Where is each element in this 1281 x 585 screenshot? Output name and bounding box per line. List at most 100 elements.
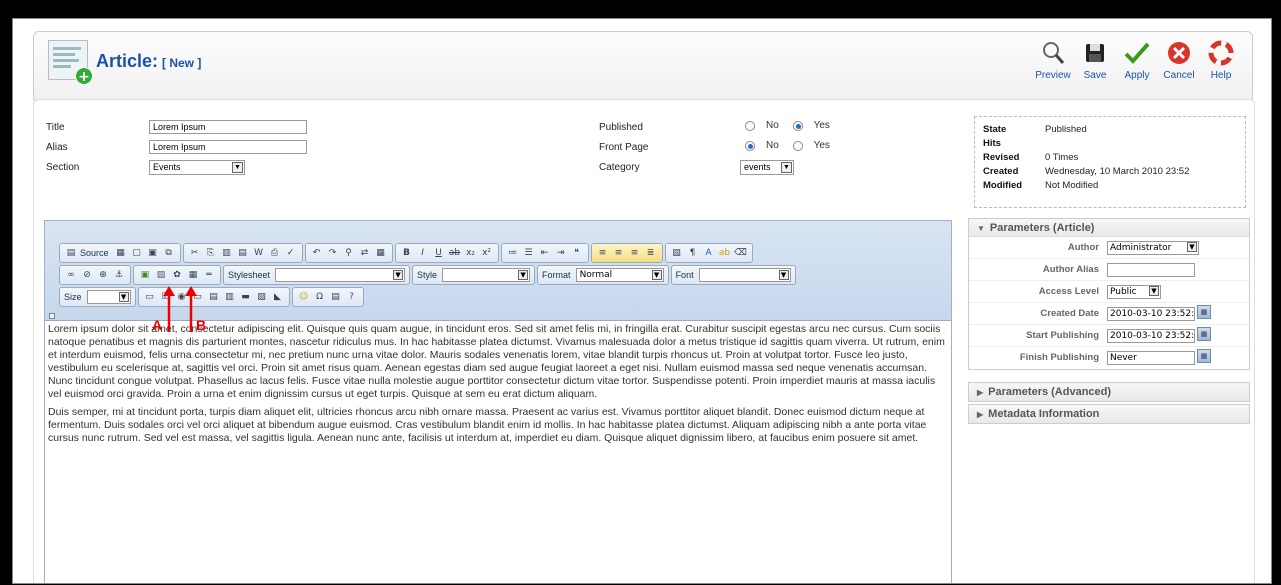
align-left-icon[interactable]: ≡ [596,246,610,260]
select-all-icon[interactable]: ▦ [374,246,388,260]
frontpage-yes-radio[interactable] [792,140,803,151]
bg-color-icon[interactable]: ab [718,246,732,260]
link-icon[interactable]: ∞ [64,268,78,282]
calendar-icon[interactable]: ▦ [1197,327,1211,341]
section-label: Section [46,162,80,173]
help-button[interactable]: Help [1202,38,1240,81]
category-select[interactable]: events ▼ [740,160,794,175]
bullet-list-icon[interactable]: ☰ [522,246,536,260]
state-info-box: State Published Hits Revised 0 Times Creat… [974,116,1246,208]
format-select[interactable]: Normal ▼ [575,268,664,282]
arrow-a-head [163,286,175,296]
font-select[interactable]: ▼ [698,268,791,282]
replace-icon[interactable]: ⇄ [358,246,372,260]
find-icon[interactable]: ⚲ [342,246,356,260]
strike-icon[interactable]: ab [448,246,462,260]
magnifier-icon [1038,38,1068,68]
window-frame: + Article:[ New ] Preview Save Apply Can… [12,18,1272,584]
alias-label: Alias [46,142,68,153]
flash-icon[interactable]: ▧ [670,246,684,260]
parameters-advanced-header[interactable]: ▶ Parameters (Advanced) [969,383,1249,401]
indent-icon[interactable]: ⇥ [554,246,568,260]
spellcheck-icon[interactable]: ✓ [284,246,298,260]
save-doc-icon[interactable]: ▦ [114,246,128,260]
blockquote-icon[interactable]: ❝ [570,246,584,260]
numbered-list-icon[interactable]: ≔ [506,246,520,260]
parameters-article-header[interactable]: ▼ Parameters (Article) [969,219,1249,237]
templates-icon[interactable]: ⧉ [162,246,176,260]
new-page-icon[interactable]: ▢ [130,246,144,260]
created-date-input[interactable]: 2010-03-10 23:52:55 [1107,307,1195,321]
italic-icon[interactable]: I [416,246,430,260]
text-color-icon[interactable]: A [702,246,716,260]
anchor-icon[interactable]: ⚓ [112,268,126,282]
special-char-icon[interactable]: Ω [313,290,327,304]
finish-publishing-input[interactable]: Never [1107,351,1195,365]
smiley-icon[interactable]: ☺ [297,290,311,304]
toolbar-collapse-handle[interactable] [49,313,55,319]
title-input[interactable]: Lorem Ipsum [149,120,307,134]
underline-icon[interactable]: U [432,246,446,260]
access-level-select[interactable]: Public ▼ [1107,285,1161,299]
metadata-header[interactable]: ▶ Metadata Information [969,405,1249,423]
image-button-icon[interactable]: ▨ [255,290,269,304]
button-field-icon[interactable]: ▬ [239,290,253,304]
anchor-target-icon[interactable]: ⊕ [96,268,110,282]
published-yes-radio[interactable] [792,120,803,131]
source-button[interactable]: Source [80,248,109,258]
frontpage-no-radio[interactable] [745,140,755,151]
style-select[interactable]: ▼ [442,268,531,282]
start-publishing-input[interactable]: 2010-03-10 23:52:55 [1107,329,1195,343]
chevron-down-icon: ▼ [778,270,789,280]
apply-button[interactable]: Apply [1118,38,1156,81]
calendar-icon[interactable]: ▦ [1197,349,1211,363]
author-select[interactable]: Administrator ▼ [1107,241,1199,255]
align-right-icon[interactable]: ≡ [628,246,642,260]
cancel-icon [1164,38,1194,68]
outdent-icon[interactable]: ⇤ [538,246,552,260]
paste-icon[interactable]: ▥ [220,246,234,260]
bidi-icon[interactable]: ¶ [686,246,700,260]
redo-icon[interactable]: ↷ [326,246,340,260]
print-icon[interactable]: ⎙ [268,246,282,260]
hidden-field-icon[interactable]: ◣ [271,290,285,304]
save-button[interactable]: Save [1076,38,1114,81]
author-alias-input[interactable] [1107,263,1195,277]
image-b-icon[interactable]: ▨ [154,268,168,282]
preview-doc-icon[interactable]: ▣ [146,246,160,260]
copy-icon[interactable]: ⎘ [204,246,218,260]
published-no-radio[interactable] [745,120,755,131]
media-icon[interactable]: ✿ [170,268,184,282]
horizontal-rule-icon[interactable]: ═ [202,268,216,282]
stylesheet-label: Stylesheet [228,270,271,280]
select-field-icon[interactable]: ▥ [223,290,237,304]
cancel-button[interactable]: Cancel [1160,38,1198,81]
source-icon[interactable]: ▤ [64,246,78,260]
form-icon[interactable]: ▭ [143,290,157,304]
calendar-icon[interactable]: ▦ [1197,305,1211,319]
editor-content[interactable]: Lorem ipsum dolor sit amet, consectetur … [45,321,951,583]
eraser-icon[interactable]: ⌫ [734,246,748,260]
style-label: Style [417,270,438,280]
alias-input[interactable]: Lorem Ipsum [149,140,307,154]
subscript-icon[interactable]: x₂ [464,246,478,260]
paste-word-icon[interactable]: W [252,246,266,260]
image-a-icon[interactable]: ▣ [138,268,152,282]
cut-icon[interactable]: ✂ [188,246,202,260]
table-icon[interactable]: ▦ [186,268,200,282]
align-center-icon[interactable]: ≡ [612,246,626,260]
stylesheet-select[interactable]: ▼ [275,268,406,282]
align-justify-icon[interactable]: ≣ [644,246,658,260]
undo-icon[interactable]: ↶ [310,246,324,260]
bold-icon[interactable]: B [400,246,414,260]
section-select[interactable]: Events ▼ [149,160,245,175]
page-break-icon[interactable]: ▤ [329,290,343,304]
frontpage-radio-group: No Yes [742,140,838,151]
size-select[interactable]: ▼ [86,290,131,304]
preview-button[interactable]: Preview [1034,38,1072,81]
paste-text-icon[interactable]: ▤ [236,246,250,260]
unlink-icon[interactable]: ⊘ [80,268,94,282]
superscript-icon[interactable]: x² [480,246,494,260]
about-icon[interactable]: ? [345,290,359,304]
format-label: Format [542,270,571,280]
